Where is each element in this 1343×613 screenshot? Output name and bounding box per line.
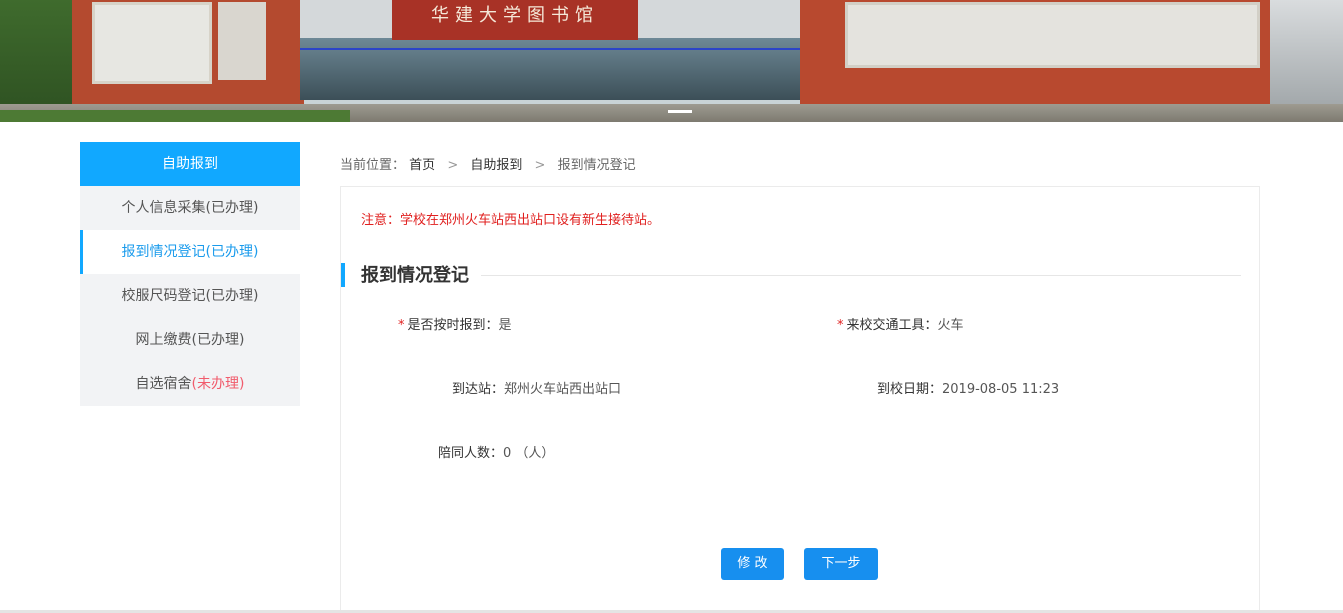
field-value: 2019-08-05 11:23 [942,382,1060,397]
required-mark: * [398,318,405,333]
section-header: 报到情况登记 [341,263,1241,287]
sidebar-item-label: 报到情况登记 [121,244,206,260]
breadcrumb-current-page: 报到情况登记 [557,158,636,173]
sidebar-item-registration[interactable]: 报到情况登记(已办理) [80,230,300,274]
sidebar-item-label: 个人信息采集 [121,200,206,216]
banner-building-sign: 华建大学图书馆 [392,0,638,40]
required-mark: * [837,318,844,333]
sidebar-item-label: 自选宿舍 [135,376,192,392]
section-divider [481,275,1241,276]
breadcrumb-self-checkin-link[interactable]: 自助报到 [470,154,522,173]
sidebar-item-uniform-size[interactable]: 校服尺码登记(已办理) [80,274,300,318]
breadcrumb-separator: > [534,158,546,173]
banner-relief-left [92,2,212,84]
field-transport: * 来校交通工具：火车 [837,315,964,337]
banner-glass-facade [300,38,800,100]
field-label: 到达站： [452,382,505,397]
header-banner-image: 华建大学图书馆 [0,0,1343,122]
field-value: 火车 [937,318,964,333]
banner-relief-right [845,2,1260,68]
notice-text: 注意：学校在郑州火车站西出站口设有新生接待站。 [361,213,661,228]
sidebar-item-status: (已办理) [191,332,245,348]
field-companions: 陪同人数：0 （人） [438,443,554,465]
field-on-time: * 是否按时报到：是 [398,315,512,337]
breadcrumb-separator: > [447,158,459,173]
field-value: 郑州火车站西出站口 [504,382,622,397]
field-arrival-station: 到达站：郑州火车站西出站口 [452,379,621,401]
edit-button[interactable]: 修 改 [721,548,784,580]
field-label: 是否按时报到： [407,318,499,333]
banner-slide-indicator[interactable] [668,110,692,113]
field-value: 0 （人） [503,446,555,461]
section-accent-bar [341,263,345,287]
field-label: 陪同人数： [438,446,504,461]
next-step-button[interactable]: 下一步 [804,548,878,580]
banner-relief-left-small [218,2,266,80]
field-value: 是 [498,318,512,333]
sidebar-item-status: (已办理) [205,244,259,260]
sidebar-item-dorm-selection[interactable]: 自选宿舍(未办理) [80,362,300,406]
sidebar-item-status-pending: (未办理) [191,376,245,392]
field-label: 来校交通工具： [846,318,938,333]
main-panel: 注意：学校在郑州火车站西出站口设有新生接待站。 报到情况登记 * 是否按时报到：是… [340,186,1260,613]
field-label: 到校日期： [877,382,943,397]
sidebar-item-label: 网上缴费 [135,332,192,348]
breadcrumb: 当前位置： 首页 > 自助报到 > 报到情况登记 [340,154,636,174]
sidebar-header: 自助报到 [80,142,300,186]
sidebar-item-label: 校服尺码登记 [121,288,206,304]
field-arrival-date: 到校日期：2019-08-05 11:23 [877,379,1059,401]
section-title: 报到情况登记 [361,265,469,286]
sidebar-item-status: (已办理) [205,200,259,216]
sidebar-item-online-payment[interactable]: 网上缴费(已办理) [80,318,300,362]
sidebar-item-status: (已办理) [205,288,259,304]
sidebar-item-personal-info[interactable]: 个人信息采集(已办理) [80,186,300,230]
banner-grass [0,110,350,122]
breadcrumb-home-link[interactable]: 首页 [409,154,435,173]
sidebar-nav: 自助报到 个人信息采集(已办理) 报到情况登记(已办理) 校服尺码登记(已办理)… [80,142,300,406]
breadcrumb-prefix: 当前位置： [340,158,406,173]
